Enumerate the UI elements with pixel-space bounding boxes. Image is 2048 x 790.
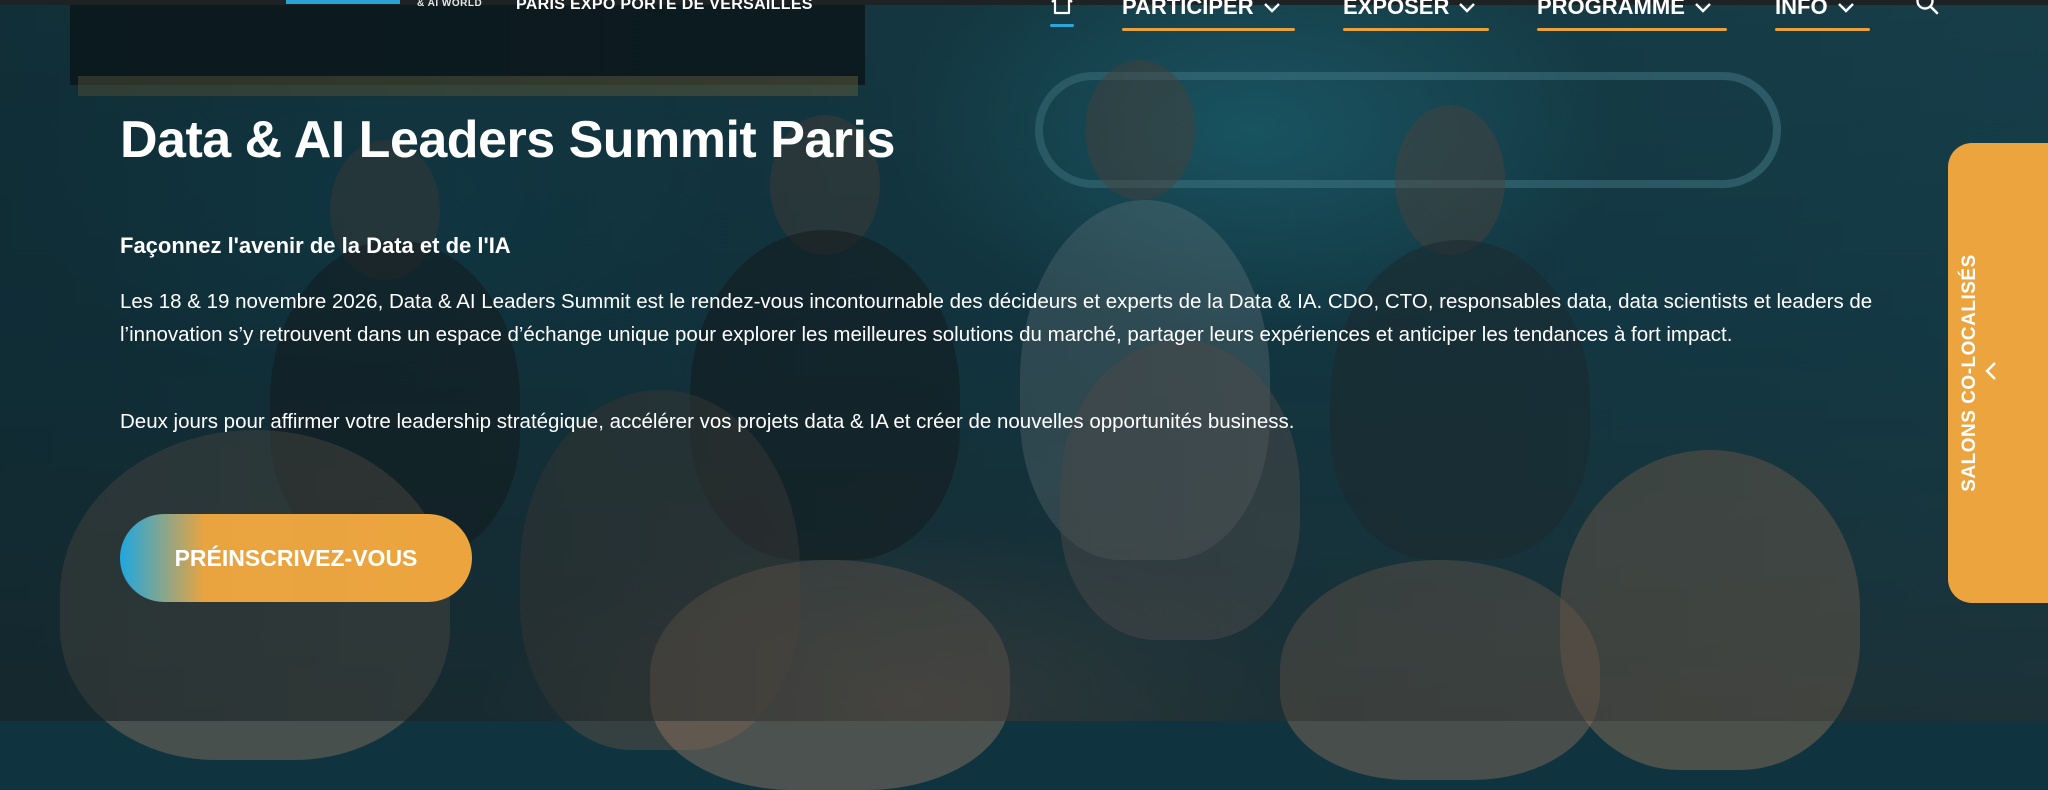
nav-item-underline — [1122, 28, 1295, 31]
nav-home-underline — [1050, 24, 1074, 27]
nav-item-label: INFO — [1775, 0, 1828, 19]
hero-overlay — [0, 0, 2048, 721]
chevron-down-icon — [1837, 3, 1854, 13]
nav-item-label: PARTICIPER — [1122, 0, 1254, 19]
logo-subtext: & AI WORLD — [417, 0, 483, 9]
nav-item-label: EXPOSER — [1343, 0, 1450, 19]
venue-label: PARIS EXPO PORTE DE VERSAILLES — [516, 0, 813, 13]
nav-item-info[interactable]: INFO — [1775, 0, 1870, 34]
search-icon[interactable] — [1914, 0, 1942, 18]
logo[interactable] — [286, 0, 400, 4]
nav-item-participer[interactable]: PARTICIPER — [1122, 0, 1295, 34]
page-title: Data & AI Leaders Summit Paris — [120, 111, 895, 169]
chevron-down-icon — [1459, 3, 1476, 13]
nav-item-underline — [1775, 28, 1870, 31]
nav-home[interactable] — [1047, 0, 1077, 30]
preregister-button[interactable]: PRÉINSCRIVEZ-VOUS — [120, 514, 472, 602]
chevron-down-icon — [1263, 3, 1280, 13]
chevron-down-icon — [1695, 3, 1711, 13]
nav-item-label: PROGRAMME — [1537, 0, 1685, 19]
chevron-left-icon — [1985, 362, 1996, 380]
nav-item-underline — [1343, 28, 1489, 31]
hero-subtitle: Façonnez l'avenir de la Data et de l'IA — [120, 233, 511, 258]
nav-item-programme[interactable]: PROGRAMME — [1537, 0, 1727, 34]
home-icon — [1051, 0, 1073, 15]
side-tab-label: SALONS CO-LOCALISÉS — [1959, 254, 1980, 492]
nav-item-underline — [1537, 28, 1727, 31]
nav-item-exposer[interactable]: EXPOSER — [1343, 0, 1489, 34]
hero-paragraph: Les 18 & 19 novembre 2026, Data & AI Lea… — [120, 290, 1873, 346]
hero-background-photo — [0, 0, 2048, 790]
hero-paragraph: Deux jours pour affirmer votre leadershi… — [120, 410, 1295, 433]
colocated-shows-tab[interactable]: SALONS CO-LOCALISÉS — [1948, 143, 2048, 603]
